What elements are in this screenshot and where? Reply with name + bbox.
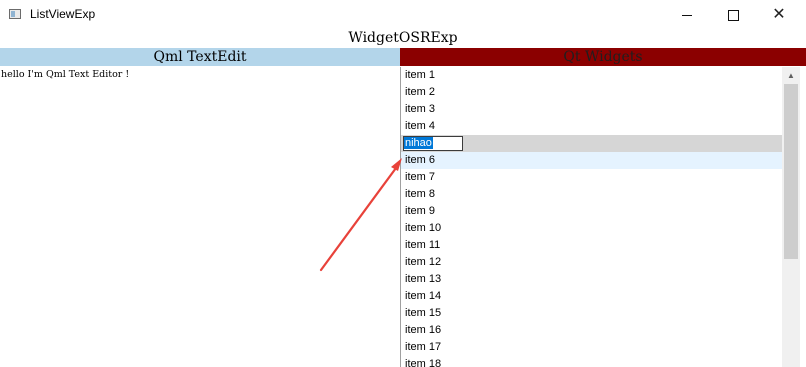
list-item[interactable]: item 11 [401,237,782,254]
close-icon: ✕ [772,6,786,23]
list-item[interactable]: item 8 [401,186,782,203]
list-item[interactable]: item 7 [401,169,782,186]
scrollbar-thumb[interactable] [784,84,798,259]
app-window-icon [9,9,21,19]
list-item-editing[interactable]: nihao [401,135,782,152]
list-item[interactable]: item 1 [401,67,782,84]
list-view[interactable]: item 1 item 2 item 3 item 4 nihao item 6… [400,67,806,367]
list-items-container: item 1 item 2 item 3 item 4 nihao item 6… [401,67,782,367]
vertical-scrollbar[interactable]: ▲ [782,67,800,367]
maximize-icon [727,9,739,21]
list-item[interactable]: item 14 [401,288,782,305]
editor-content[interactable]: hello I'm Qml Text Editor ! [1,69,129,80]
list-item[interactable]: item 3 [401,101,782,118]
window-title: ListViewExp [30,7,96,21]
scroll-up-button[interactable]: ▲ [782,67,800,84]
list-item[interactable]: item 17 [401,339,782,356]
list-item[interactable]: item 9 [401,203,782,220]
qml-textedit-header: Qml TextEdit [0,48,400,66]
list-item[interactable]: item 10 [401,220,782,237]
window-titlebar: ListViewExp ✕ [0,0,806,30]
list-item-hovered[interactable]: item 6 [401,152,782,169]
qml-text-editor[interactable]: hello I'm Qml Text Editor ! [0,66,400,367]
list-item[interactable]: item 18 [401,356,782,367]
chevron-up-icon: ▲ [787,71,795,80]
list-item[interactable]: item 2 [401,84,782,101]
minimize-button[interactable] [664,0,710,30]
item-edit-input[interactable]: nihao [403,136,463,151]
edit-selected-text: nihao [404,137,433,149]
list-item[interactable]: item 16 [401,322,782,339]
qt-widgets-header: Qt Widgets [400,48,806,66]
close-button[interactable]: ✕ [756,0,802,30]
maximize-button[interactable] [710,0,756,30]
list-item[interactable]: item 15 [401,305,782,322]
list-item[interactable]: item 12 [401,254,782,271]
list-item[interactable]: item 13 [401,271,782,288]
minimize-icon [682,14,692,16]
list-item[interactable]: item 4 [401,118,782,135]
main-title: WidgetOSRExp [348,30,458,46]
